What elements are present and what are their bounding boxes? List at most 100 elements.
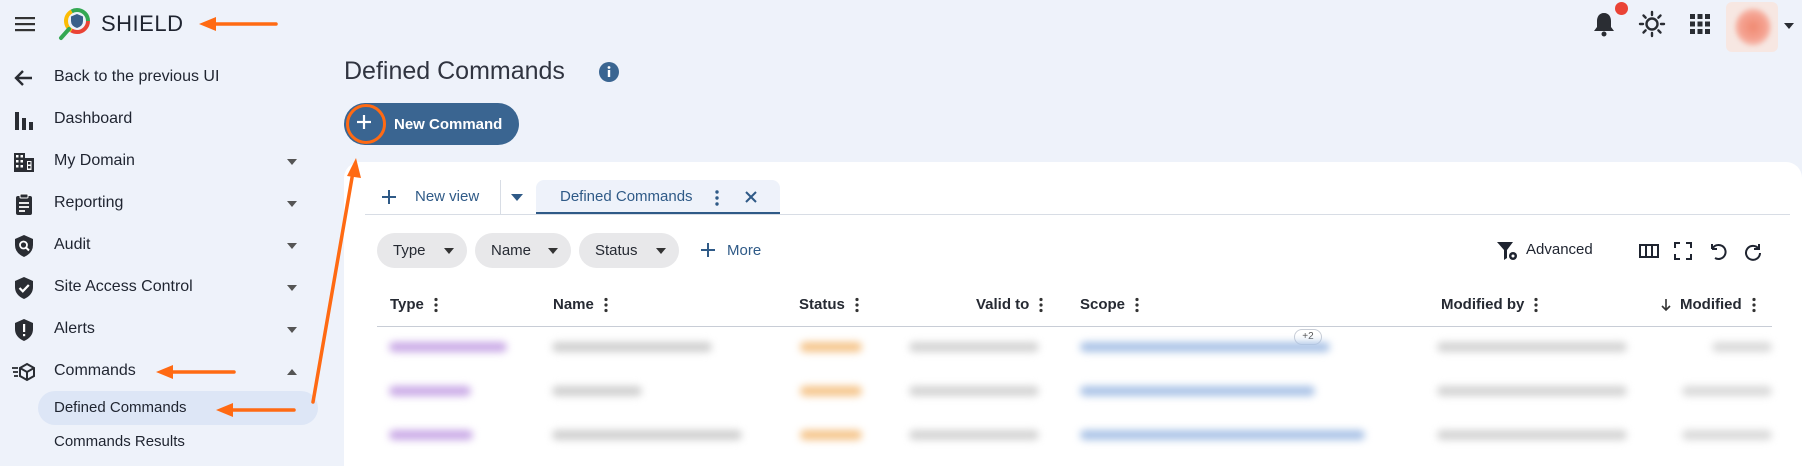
back-to-previous-ui[interactable]: Back to the previous UI [0, 58, 320, 98]
table-row[interactable] [377, 423, 1772, 447]
filter-settings-icon [1496, 240, 1518, 262]
column-header-label: Name [553, 296, 594, 313]
new-command-button[interactable]: New Command [344, 103, 519, 145]
sidebar-subitem-commands-results[interactable]: Commands Results [38, 425, 318, 459]
sidebar-item-label: Dashboard [54, 110, 133, 127]
sidebar-item-audit[interactable]: Audit [0, 226, 320, 266]
page-title: Defined Commands [344, 57, 565, 85]
more-vert-icon[interactable] [434, 297, 438, 313]
undo-icon[interactable] [1707, 240, 1729, 262]
column-header-label: Valid to [976, 296, 1030, 313]
hamburger-menu-icon[interactable] [12, 12, 38, 36]
more-vert-icon[interactable] [1039, 297, 1043, 313]
column-header-label: Status [799, 296, 845, 313]
chevron-down-icon [655, 247, 667, 255]
column-header-type[interactable]: Type [390, 296, 438, 318]
sidebar-item-label: Alerts [54, 320, 95, 337]
table-row[interactable] [377, 335, 1772, 359]
notifications-bell-icon[interactable] [1591, 10, 1617, 38]
chevron-down-icon [286, 326, 298, 334]
chevron-down-icon [443, 247, 455, 255]
column-header-status[interactable]: Status [799, 296, 859, 318]
clipboard-icon [12, 192, 36, 216]
shield-search-icon [12, 234, 36, 258]
column-header-label: Modified [1680, 296, 1742, 313]
avatar[interactable] [1726, 2, 1778, 52]
column-header-valid-to[interactable]: Valid to [976, 296, 1043, 318]
column-header-label: Scope [1080, 296, 1126, 313]
fullscreen-icon[interactable] [1672, 240, 1694, 262]
tab-label: Defined Commands [560, 188, 693, 205]
notification-badge [1615, 2, 1628, 15]
advanced-label: Advanced [1526, 241, 1593, 258]
table-row[interactable] [377, 379, 1772, 403]
filter-chip-label: Status [595, 242, 638, 259]
more-vert-icon[interactable] [855, 297, 859, 313]
filter-chip-name[interactable]: Name [475, 233, 571, 268]
sidebar-item-dashboard[interactable]: Dashboard [0, 100, 320, 140]
plus-icon [355, 113, 373, 131]
sidebar-subitem-label: Commands Results [54, 433, 185, 450]
sidebar-subitem-label: Defined Commands [54, 399, 187, 416]
more-vert-icon[interactable] [1752, 297, 1756, 313]
building-icon [12, 150, 36, 174]
refresh-icon[interactable] [1742, 240, 1764, 262]
commands-icon [12, 360, 36, 384]
sidebar-item-label: Commands [54, 362, 136, 379]
tabbar-divider [365, 214, 1790, 215]
chevron-up-icon [286, 368, 298, 376]
chevron-down-icon[interactable] [510, 193, 524, 202]
sidebar-item-reporting[interactable]: Reporting [0, 184, 320, 224]
sidebar-item-alerts[interactable]: Alerts [0, 310, 320, 350]
sidebar-item-label: Site Access Control [54, 278, 193, 295]
sidebar-item-my-domain[interactable]: My Domain [0, 142, 320, 182]
advanced-filter-button[interactable]: Advanced [1496, 238, 1606, 264]
more-filters-label: More [727, 242, 762, 259]
sidebar-item-commands[interactable]: Commands [0, 352, 320, 392]
filter-chip-label: Name [491, 242, 532, 259]
more-filters-button[interactable]: More [700, 240, 800, 262]
filter-chip-type[interactable]: Type [377, 233, 467, 268]
more-vert-icon[interactable] [604, 297, 608, 313]
close-icon[interactable] [744, 190, 758, 204]
more-vert-icon[interactable] [1135, 297, 1139, 313]
new-view-button[interactable]: New view [380, 185, 490, 211]
sidebar-item-label: Reporting [54, 194, 124, 211]
more-vert-icon[interactable] [714, 189, 720, 207]
columns-icon[interactable] [1638, 240, 1660, 262]
plus-icon [700, 242, 716, 258]
column-header-scope[interactable]: Scope [1080, 296, 1139, 318]
column-header-modified-by[interactable]: Modified by [1441, 296, 1538, 318]
sidebar-item-label: My Domain [54, 152, 135, 169]
sidebar-item-site-access-control[interactable]: Site Access Control [0, 268, 320, 308]
column-header-label: Type [390, 296, 424, 313]
sidebar-subitem-defined-commands[interactable]: Defined Commands [38, 391, 318, 425]
filter-chip-status[interactable]: Status [579, 233, 679, 268]
tab-defined-commands[interactable]: Defined Commands [536, 180, 780, 214]
shield-alert-icon [12, 318, 36, 342]
chevron-down-icon [286, 242, 298, 250]
back-label: Back to the previous UI [54, 68, 220, 85]
app-title: SHIELD [101, 11, 184, 36]
tab-separator [500, 180, 501, 214]
shield-check-icon [12, 276, 36, 300]
column-header-modified[interactable]: Modified [1660, 296, 1756, 318]
bar-chart-icon [12, 108, 36, 132]
more-vert-icon[interactable] [1534, 297, 1538, 313]
chevron-down-icon [286, 284, 298, 292]
sidebar-item-label: Audit [54, 236, 91, 253]
table-header-divider [377, 326, 1772, 327]
new-command-label: New Command [394, 116, 503, 133]
chevron-down-icon [547, 247, 559, 255]
chevron-down-icon [286, 200, 298, 208]
chevron-down-icon[interactable] [1783, 22, 1795, 30]
shield-logo-icon [58, 7, 92, 41]
new-view-label: New view [415, 188, 480, 205]
column-header-name[interactable]: Name [553, 296, 608, 318]
brightness-icon[interactable] [1638, 10, 1666, 38]
apps-grid-icon[interactable] [1690, 14, 1710, 34]
sort-arrow-down-icon[interactable] [1660, 298, 1672, 312]
plus-icon [380, 188, 398, 206]
info-icon[interactable] [598, 61, 620, 83]
arrow-back-icon [12, 66, 36, 90]
